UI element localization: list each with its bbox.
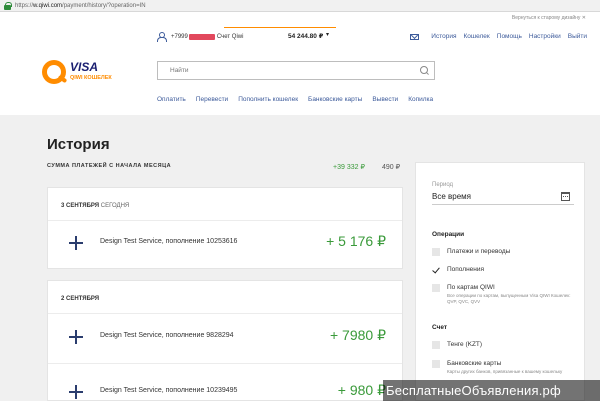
search-input[interactable]: Найти — [157, 61, 435, 80]
history-group: 2 СЕНТЯБРЯ Design Test Service, пополнен… — [47, 280, 403, 401]
month-sum-in: +39 332 ₽ — [333, 164, 365, 171]
divider — [48, 313, 402, 314]
redacted-phone-mark — [188, 34, 215, 40]
nav-bank-cards[interactable]: Банковские карты — [308, 96, 362, 103]
nav-topup[interactable]: Пополнить кошелек — [238, 96, 298, 103]
page-title: История — [47, 136, 110, 153]
today-label: СЕГОДНЯ — [100, 203, 130, 209]
balance-amount[interactable]: 54 244.80 ₽ — [288, 32, 323, 40]
period-underline — [432, 204, 574, 205]
user-icon — [157, 32, 167, 42]
lock-icon — [4, 1, 12, 10]
checkbox-topups[interactable] — [432, 266, 440, 274]
transaction-row[interactable]: Design Test Service, пополнение 9828294 … — [48, 316, 402, 356]
account-selector[interactable]: +7999 Счет Qiwi — [157, 32, 244, 42]
old-design-link[interactable]: Вернуться к старому дизайну ✕ — [512, 15, 586, 21]
transaction-row[interactable]: Design Test Service, пополнение 10239495… — [48, 371, 402, 401]
plus-icon — [69, 330, 83, 344]
qiwi-q-icon — [42, 60, 66, 84]
watermark-text: БесплатныеОбъявления.рф — [386, 383, 561, 398]
search-placeholder: Найти — [170, 67, 189, 74]
checkbox-label[interactable]: Банковские карты — [447, 360, 501, 367]
transaction-amount: + 5 176 ₽ — [326, 233, 386, 249]
nav-withdraw[interactable]: Вывести — [372, 96, 398, 103]
checkbox-bank-cards[interactable] — [432, 360, 440, 368]
nav-pay[interactable]: Оплатить — [157, 96, 186, 103]
checkbox-payments[interactable] — [432, 248, 440, 256]
plus-icon — [69, 236, 83, 250]
logo-visa-text: VISA — [70, 60, 99, 74]
period-label: Период — [432, 182, 454, 188]
group-date: 2 СЕНТЯБРЯ — [61, 296, 100, 302]
search-icon[interactable] — [420, 66, 429, 75]
address-bar[interactable]: https://w.qiwi.com/payment/history/?oper… — [0, 0, 600, 12]
nav-transfer[interactable]: Перевести — [196, 96, 228, 103]
divider — [48, 363, 402, 364]
history-group: 3 СЕНТЯБРЯ СЕГОДНЯ Design Test Service, … — [47, 187, 403, 269]
transaction-amount: + 7980 ₽ — [329, 327, 386, 343]
top-nav: История Кошелек Помощь Настройки Выйти — [410, 33, 587, 40]
transaction-description: Design Test Service, пополнение 10253616 — [100, 238, 238, 245]
phone-number: +7999 — [171, 33, 188, 40]
checkbox-qiwi-cards[interactable] — [432, 284, 440, 292]
checkbox-hint: Все операции по картам, выпущенным Visa … — [447, 293, 571, 304]
top-nav-help[interactable]: Помощь — [497, 33, 522, 40]
filter-panel: Период Все время Операции Платежи и пере… — [415, 162, 585, 401]
top-nav-settings[interactable]: Настройки — [529, 33, 561, 40]
main-nav: Оплатить Перевести Пополнить кошелек Бан… — [157, 96, 443, 103]
checkbox-hint: Карты других банков, привязанные к вашем… — [447, 369, 563, 374]
balance-underline — [224, 27, 336, 28]
divider — [48, 220, 402, 221]
transaction-description: Design Test Service, пополнение 9828294 — [100, 332, 234, 339]
operations-title: Операции — [432, 231, 465, 238]
top-nav-logout[interactable]: Выйти — [568, 33, 587, 40]
transaction-amount: + 980 ₽ — [337, 382, 386, 398]
transaction-row[interactable]: Design Test Service, пополнение 10253616… — [48, 222, 402, 262]
top-nav-history[interactable]: История — [431, 33, 456, 40]
checkbox-label[interactable]: Платежи и переводы — [447, 248, 510, 255]
checkbox-label[interactable]: По картам QIWI — [447, 284, 495, 291]
chevron-down-icon[interactable]: ▾ — [326, 31, 329, 38]
account-title: Счет — [432, 324, 448, 331]
wallet-label: Счет Qiwi — [216, 33, 244, 40]
month-sum-out: 490 ₽ — [382, 164, 401, 171]
top-nav-wallet[interactable]: Кошелек — [463, 33, 489, 40]
mail-icon[interactable] — [410, 33, 420, 40]
plus-icon — [69, 385, 83, 399]
transaction-description: Design Test Service, пополнение 10239495 — [100, 387, 238, 394]
group-date: 3 СЕНТЯБРЯ СЕГОДНЯ — [61, 203, 130, 209]
period-select[interactable]: Все время — [432, 192, 471, 201]
checkbox-label[interactable]: Тенге (KZT) — [447, 341, 482, 348]
qiwi-logo[interactable]: VISA QIWI КОШЕЛЕК — [42, 58, 112, 88]
checkbox-label[interactable]: Пополнения — [447, 266, 484, 273]
logo-subtitle: QIWI КОШЕЛЕК — [70, 75, 112, 81]
nav-piggybank[interactable]: Копилка — [408, 96, 433, 103]
month-sum-label: СУММА ПЛАТЕЖЕЙ С НАЧАЛА МЕСЯЦА — [47, 163, 172, 169]
url-text: https://w.qiwi.com/payment/history/?oper… — [15, 2, 146, 9]
checkbox-tenge[interactable] — [432, 341, 440, 349]
calendar-icon[interactable] — [561, 192, 570, 201]
